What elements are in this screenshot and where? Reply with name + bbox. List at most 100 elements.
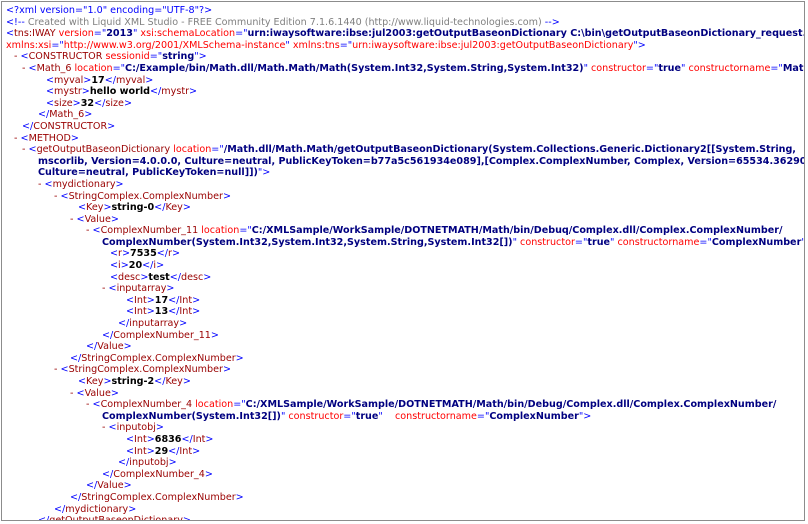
xml-line: <size>32</size> bbox=[6, 98, 802, 110]
xml-line: </CONSTRUCTOR> bbox=[6, 121, 802, 133]
xml-punctuation: </ bbox=[70, 352, 82, 364]
xml-attribute-value: urn:iwaysoftware:ibse:jul2003:getOutputB… bbox=[247, 28, 805, 40]
xml-attribute: xmlns:tns bbox=[289, 39, 340, 51]
xml-line: - <inputarray> bbox=[6, 283, 802, 295]
xml-line: - <METHOD> bbox=[6, 133, 802, 145]
xml-text-value: 29 bbox=[154, 445, 169, 457]
xml-punctuation: "> bbox=[257, 167, 271, 179]
xml-tag-name: Int bbox=[179, 306, 193, 318]
xml-attribute-value: mscorlib, Version=4.0.0.0, Culture=neutr… bbox=[38, 155, 805, 167]
xml-line: - <ComplexNumber_11 location="C:/XMLSamp… bbox=[6, 225, 802, 237]
xml-punctuation: =" bbox=[235, 28, 248, 40]
xml-punctuation: <?xml version="1.0" encoding="UTF-8"?> bbox=[6, 5, 213, 16]
xml-punctuation: < bbox=[78, 376, 87, 387]
xml-line: </Math_6> bbox=[6, 109, 802, 121]
xml-punctuation: < bbox=[92, 225, 101, 237]
xml-line: </StringComplex.ComplexNumber> bbox=[6, 353, 802, 365]
xml-punctuation: > bbox=[182, 376, 191, 387]
xml-line: <r>7535</r> bbox=[6, 248, 802, 260]
xml-tag-name: Key bbox=[165, 376, 183, 387]
xml-punctuation: > bbox=[203, 271, 212, 283]
xml-punctuation: =" bbox=[476, 410, 490, 422]
xml-tag-name: METHOD bbox=[28, 132, 71, 144]
xml-line: <!-- Created with Liquid XML Studio - FR… bbox=[6, 17, 802, 29]
xml-line: - <inputobj> bbox=[6, 422, 802, 434]
xml-tag-name: inputarray bbox=[129, 318, 180, 330]
xml-attribute-value: ComplexNumber bbox=[711, 236, 802, 248]
xml-punctuation: > bbox=[235, 491, 244, 503]
xml-attribute: constructorname bbox=[685, 62, 771, 74]
xml-tag-name: getOutputBaseonDictionary bbox=[36, 144, 171, 156]
xml-punctuation: > bbox=[146, 433, 155, 445]
xml-punctuation: < bbox=[78, 202, 87, 214]
xml-punctuation: > bbox=[103, 202, 112, 214]
xml-tag-name: StringComplex.ComplexNumber bbox=[68, 364, 223, 376]
xml-tag-name: inputobj bbox=[129, 457, 169, 469]
xml-punctuation: =" bbox=[211, 144, 224, 156]
xml-punctuation: > bbox=[166, 283, 175, 295]
xml-punctuation: > bbox=[84, 109, 93, 121]
xml-line: - <ComplexNumber_4 location="C:/XMLSampl… bbox=[6, 399, 802, 411]
xml-text-value: 13 bbox=[154, 306, 169, 318]
xml-punctuation: > bbox=[235, 352, 244, 364]
xml-line: </StringComplex.ComplexNumber> bbox=[6, 492, 802, 504]
xml-line: <mystr>hello world</mystr> bbox=[6, 86, 802, 98]
xml-punctuation: =" bbox=[770, 62, 783, 74]
xml-line: ComplexNumber(System.Int32,System.Int32,… bbox=[6, 236, 804, 249]
xml-punctuation: </ bbox=[22, 120, 34, 132]
xml-punctuation: > bbox=[146, 306, 155, 318]
xml-punctuation: < bbox=[110, 271, 119, 283]
xml-text-value: string-2 bbox=[111, 376, 155, 387]
xml-punctuation: "> bbox=[578, 410, 592, 422]
xml-punctuation: =" bbox=[51, 39, 64, 51]
xml-punctuation: < bbox=[76, 387, 85, 399]
xml-attribute-value: true bbox=[587, 236, 611, 248]
xml-punctuation: > bbox=[110, 213, 119, 225]
xml-punctuation: </ bbox=[142, 260, 154, 272]
xml-punctuation: =" bbox=[233, 399, 246, 411]
xml-punctuation: </ bbox=[118, 318, 130, 330]
xml-punctuation: < bbox=[126, 433, 135, 445]
xml-punctuation: > bbox=[182, 202, 191, 214]
xml-punctuation: <!-- bbox=[6, 16, 28, 28]
xml-tag-name: StringComplex.ComplexNumber bbox=[68, 190, 223, 202]
xml-attribute: location bbox=[170, 144, 212, 156]
xml-tag-name: mydictionary bbox=[52, 178, 116, 190]
xml-text-value: 17 bbox=[91, 74, 105, 86]
xml-punctuation: > bbox=[146, 445, 155, 457]
xml-punctuation: "> bbox=[633, 39, 646, 51]
xml-punctuation: </ bbox=[54, 503, 66, 515]
xml-punctuation: < bbox=[76, 213, 85, 225]
xml-tag-name: mystr bbox=[54, 86, 82, 98]
xml-line: <?xml version="1.0" encoding="UTF-8"?> bbox=[6, 5, 802, 17]
xml-punctuation: =" bbox=[112, 62, 126, 74]
xml-tag-name: Key bbox=[86, 376, 104, 387]
xml-punctuation: =" bbox=[93, 28, 107, 40]
xml-punctuation: =" bbox=[699, 236, 712, 248]
xml-tag-name: desc bbox=[181, 271, 204, 283]
xml-line: - <CONSTRUCTOR sessionid="string"> bbox=[6, 51, 802, 63]
xml-punctuation: </ bbox=[168, 306, 180, 318]
xml-line: </ComplexNumber_4> bbox=[6, 469, 802, 481]
xml-punctuation: < bbox=[20, 51, 29, 63]
xml-punctuation: > bbox=[115, 178, 124, 190]
xml-tag-name: Int bbox=[134, 433, 147, 445]
xml-line: xmlns:xsi="http://www.w3.org/2001/XMLSch… bbox=[6, 40, 802, 52]
xml-punctuation: =" bbox=[574, 236, 588, 248]
xml-punctuation: < bbox=[46, 74, 55, 86]
xml-punctuation: </ bbox=[168, 445, 180, 457]
xml-attribute: location bbox=[192, 399, 234, 411]
xml-text-value: test bbox=[148, 271, 170, 283]
xml-punctuation: > bbox=[145, 74, 154, 86]
xml-punctuation: </ bbox=[169, 271, 182, 283]
xml-punctuation: </ bbox=[168, 294, 180, 306]
xml-punctuation: > bbox=[192, 294, 201, 306]
xml-attribute: constructor bbox=[517, 236, 575, 248]
xml-line: - <Math_6 location="C:/Example/bin/Math.… bbox=[6, 62, 804, 75]
xml-attribute-value: ComplexNumber(System.Int32[]) bbox=[102, 410, 281, 422]
xml-punctuation: </ bbox=[38, 515, 50, 521]
xml-tag-name: size bbox=[105, 97, 124, 109]
xml-punctuation: < bbox=[60, 190, 69, 202]
xml-tag-name: ComplexNumber_11 bbox=[100, 225, 199, 237]
xml-punctuation: < bbox=[108, 283, 117, 295]
